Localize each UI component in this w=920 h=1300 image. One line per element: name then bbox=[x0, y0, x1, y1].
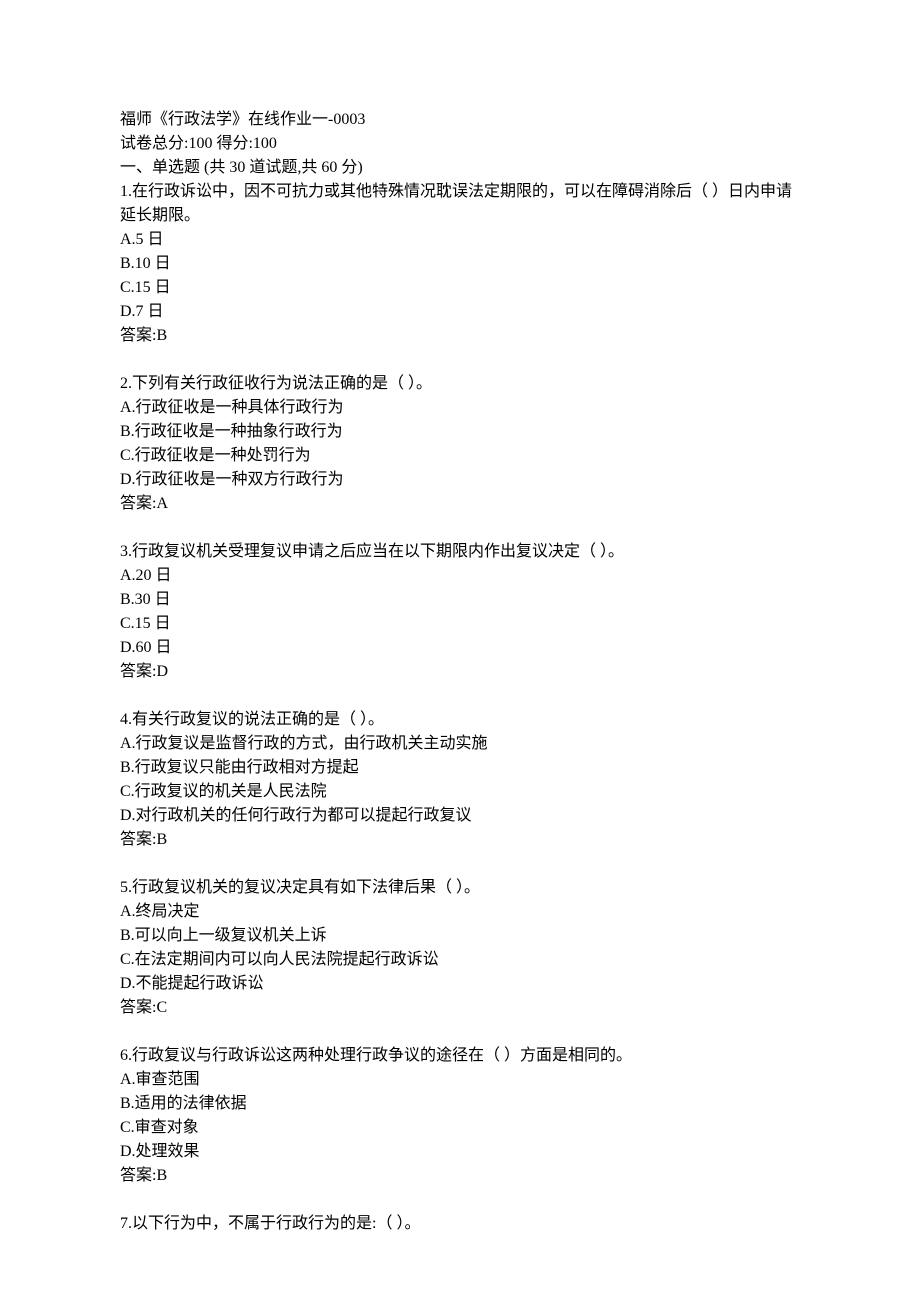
question-5: 5.行政复议机关的复议决定具有如下法律后果（ ）。 A.终局决定 B.可以向上一… bbox=[120, 876, 800, 1020]
question-stem: 2.下列有关行政征收行为说法正确的是（ ）。 bbox=[120, 372, 800, 396]
question-7: 7.以下行为中，不属于行政行为的是:（ ）。 bbox=[120, 1212, 800, 1236]
question-option: A.审查范围 bbox=[120, 1068, 800, 1092]
document-title: 福师《行政法学》在线作业一-0003 bbox=[120, 108, 800, 132]
question-option: D.对行政机关的任何行政行为都可以提起行政复议 bbox=[120, 804, 800, 828]
question-4: 4.有关行政复议的说法正确的是（ ）。 A.行政复议是监督行政的方式，由行政机关… bbox=[120, 708, 800, 852]
question-stem: 1.在行政诉讼中，因不可抗力或其他特殊情况耽误法定期限的，可以在障碍消除后（ ）… bbox=[120, 180, 800, 228]
question-option: B.10 日 bbox=[120, 252, 800, 276]
question-option: B.行政复议只能由行政相对方提起 bbox=[120, 756, 800, 780]
question-option: B.行政征收是一种抽象行政行为 bbox=[120, 420, 800, 444]
question-option: A.终局决定 bbox=[120, 900, 800, 924]
question-option: C.审查对象 bbox=[120, 1116, 800, 1140]
question-answer: 答案:C bbox=[120, 996, 800, 1020]
question-option: A.行政征收是一种具体行政行为 bbox=[120, 396, 800, 420]
question-answer: 答案:A bbox=[120, 492, 800, 516]
question-option: C.行政征收是一种处罚行为 bbox=[120, 444, 800, 468]
question-answer: 答案:B bbox=[120, 1164, 800, 1188]
question-option: B.30 日 bbox=[120, 588, 800, 612]
question-1: 1.在行政诉讼中，因不可抗力或其他特殊情况耽误法定期限的，可以在障碍消除后（ ）… bbox=[120, 180, 800, 348]
question-stem: 7.以下行为中，不属于行政行为的是:（ ）。 bbox=[120, 1212, 800, 1236]
question-answer: 答案:B bbox=[120, 828, 800, 852]
question-option: B.可以向上一级复议机关上诉 bbox=[120, 924, 800, 948]
question-3: 3.行政复议机关受理复议申请之后应当在以下期限内作出复议决定（ ）。 A.20 … bbox=[120, 540, 800, 684]
question-stem: 3.行政复议机关受理复议申请之后应当在以下期限内作出复议决定（ ）。 bbox=[120, 540, 800, 564]
question-option: D.7 日 bbox=[120, 300, 800, 324]
score-line: 试卷总分:100 得分:100 bbox=[120, 132, 800, 156]
question-option: A.20 日 bbox=[120, 564, 800, 588]
question-stem: 4.有关行政复议的说法正确的是（ ）。 bbox=[120, 708, 800, 732]
question-option: A.5 日 bbox=[120, 228, 800, 252]
question-option: D.处理效果 bbox=[120, 1140, 800, 1164]
question-option: A.行政复议是监督行政的方式，由行政机关主动实施 bbox=[120, 732, 800, 756]
question-option: D.60 日 bbox=[120, 636, 800, 660]
question-option: D.行政征收是一种双方行政行为 bbox=[120, 468, 800, 492]
question-answer: 答案:D bbox=[120, 660, 800, 684]
question-6: 6.行政复议与行政诉讼这两种处理行政争议的途径在（ ）方面是相同的。 A.审查范… bbox=[120, 1044, 800, 1188]
question-option: B.适用的法律依据 bbox=[120, 1092, 800, 1116]
document-header: 福师《行政法学》在线作业一-0003 试卷总分:100 得分:100 一、单选题… bbox=[120, 108, 800, 180]
question-option: C.15 日 bbox=[120, 612, 800, 636]
question-answer: 答案:B bbox=[120, 324, 800, 348]
question-2: 2.下列有关行政征收行为说法正确的是（ ）。 A.行政征收是一种具体行政行为 B… bbox=[120, 372, 800, 516]
question-stem: 5.行政复议机关的复议决定具有如下法律后果（ ）。 bbox=[120, 876, 800, 900]
question-option: C.行政复议的机关是人民法院 bbox=[120, 780, 800, 804]
question-stem: 6.行政复议与行政诉讼这两种处理行政争议的途径在（ ）方面是相同的。 bbox=[120, 1044, 800, 1068]
question-option: C.15 日 bbox=[120, 276, 800, 300]
question-option: C.在法定期间内可以向人民法院提起行政诉讼 bbox=[120, 948, 800, 972]
section-title: 一、单选题 (共 30 道试题,共 60 分) bbox=[120, 156, 800, 180]
question-option: D.不能提起行政诉讼 bbox=[120, 972, 800, 996]
